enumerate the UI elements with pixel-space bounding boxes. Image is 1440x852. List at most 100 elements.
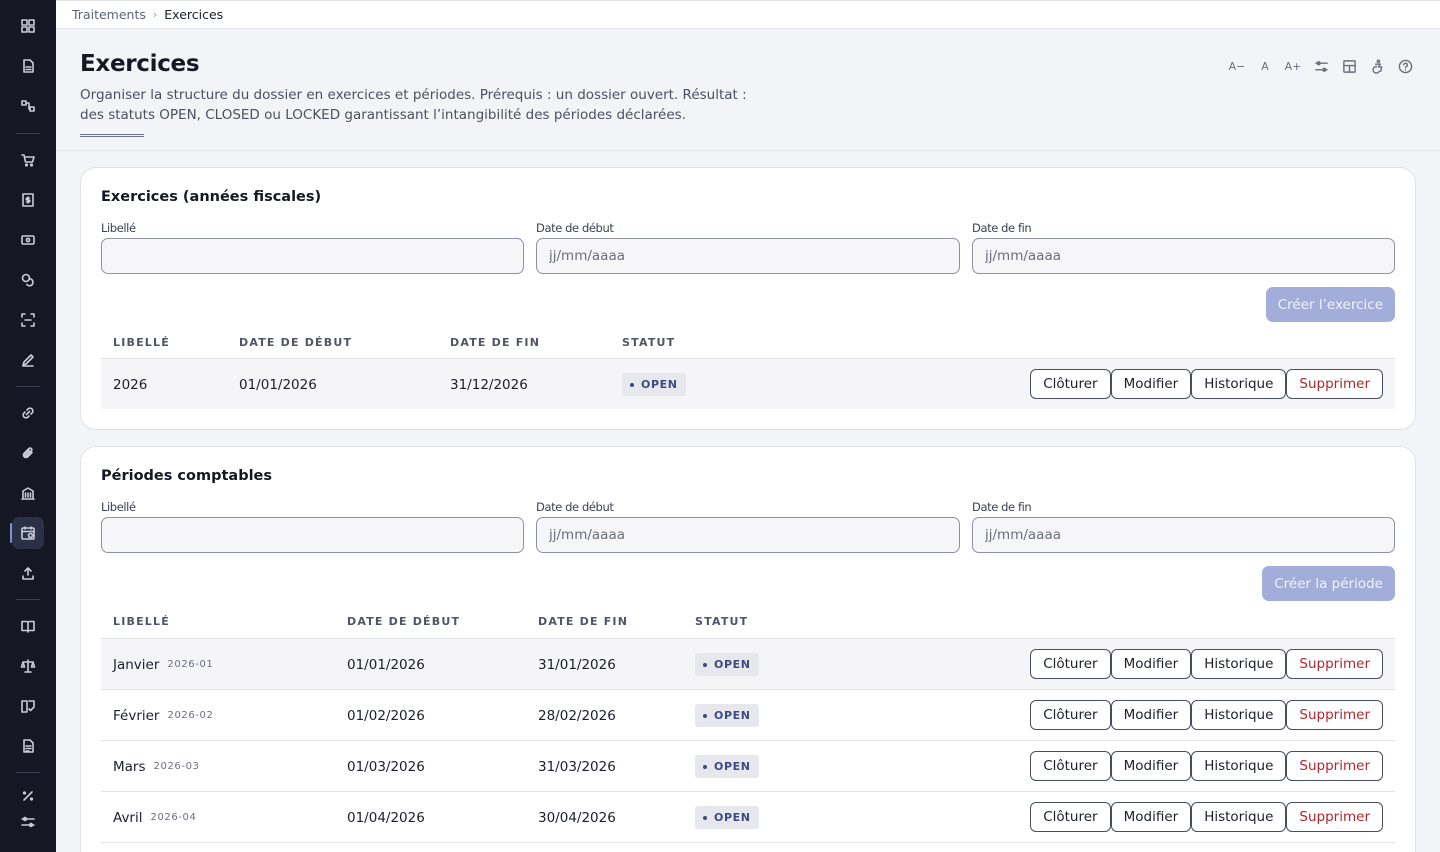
delete-button[interactable]: Supprimer bbox=[1286, 802, 1383, 832]
periode-fin-input[interactable] bbox=[972, 517, 1395, 553]
periode-libelle-label: Libellé bbox=[101, 500, 136, 514]
delete-button[interactable]: Supprimer bbox=[1286, 649, 1383, 679]
settings-sliders-icon[interactable] bbox=[12, 806, 44, 838]
ledger-icon[interactable] bbox=[12, 690, 44, 722]
row-date-debut: 01/01/2026 bbox=[239, 376, 317, 393]
breadcrumb: Traitements › Exercices bbox=[56, 0, 1440, 29]
status-badge: OPEN bbox=[622, 373, 686, 396]
history-button[interactable]: Historique bbox=[1191, 369, 1287, 399]
link-icon[interactable] bbox=[12, 397, 44, 429]
row-code: 2026-04 bbox=[150, 812, 197, 823]
close-button[interactable]: Clôturer bbox=[1030, 700, 1111, 730]
coins-icon[interactable] bbox=[12, 264, 44, 296]
edit-button[interactable]: Modifier bbox=[1110, 751, 1192, 781]
row-code: 2026-02 bbox=[167, 710, 214, 721]
breadcrumb-separator: › bbox=[152, 8, 158, 21]
layout-icon[interactable] bbox=[1338, 55, 1360, 77]
exercice-debut-input[interactable] bbox=[536, 238, 960, 274]
exercice-libelle-label: Libellé bbox=[101, 221, 136, 235]
edit-button[interactable]: Modifier bbox=[1110, 649, 1192, 679]
close-button[interactable]: Clôturer bbox=[1030, 751, 1111, 781]
table-row: Janvier 2026-01 01/01/2026 31/01/2026 OPE… bbox=[101, 638, 1395, 689]
breadcrumb-current: Exercices bbox=[164, 7, 224, 22]
status-dot bbox=[630, 382, 634, 387]
delete-button[interactable]: Supprimer bbox=[1286, 751, 1383, 781]
exercices-card-title: Exercices (années fiscales) bbox=[101, 189, 322, 205]
periode-debut-input[interactable] bbox=[536, 517, 960, 553]
settings-sliders-icon[interactable] bbox=[1310, 55, 1332, 77]
exercice-fin-input[interactable] bbox=[972, 238, 1395, 274]
status-text: OPEN bbox=[714, 658, 751, 671]
table-row: Avril 2026-04 01/04/2026 30/04/2026 OPEN … bbox=[101, 791, 1395, 842]
row-libelle-text: Janvier bbox=[113, 656, 160, 673]
edit-icon[interactable] bbox=[12, 344, 44, 376]
banknote-icon[interactable] bbox=[12, 224, 44, 256]
report-icon[interactable] bbox=[12, 730, 44, 762]
history-button[interactable]: Historique bbox=[1191, 802, 1287, 832]
create-periode-button[interactable]: Créer la période bbox=[1262, 566, 1395, 601]
invoice-icon[interactable] bbox=[12, 184, 44, 216]
sidebar-divider bbox=[16, 772, 40, 773]
row-libelle: 2026 bbox=[113, 376, 148, 393]
accessibility-icon[interactable] bbox=[1366, 55, 1388, 77]
close-button[interactable]: Clôturer bbox=[1030, 802, 1111, 832]
cart-icon[interactable] bbox=[12, 144, 44, 176]
status-text: OPEN bbox=[714, 811, 751, 824]
close-button[interactable]: Clôturer bbox=[1030, 369, 1111, 399]
row-libelle-text: Mars bbox=[113, 758, 146, 775]
header-toolbar: A− A A+ bbox=[1226, 55, 1416, 77]
row-date-fin: 31/01/2026 bbox=[538, 656, 616, 673]
history-button[interactable]: Historique bbox=[1191, 700, 1287, 730]
font-smaller-button[interactable]: A− bbox=[1226, 55, 1248, 77]
book-icon[interactable] bbox=[12, 610, 44, 642]
close-button[interactable]: Clôturer bbox=[1030, 649, 1111, 679]
status-text: OPEN bbox=[641, 378, 678, 391]
row-date-debut: 01/01/2026 bbox=[347, 656, 425, 673]
page-description: Organiser la structure du dossier en exe… bbox=[80, 87, 747, 123]
upload-icon[interactable] bbox=[12, 557, 44, 589]
sidebar-divider bbox=[16, 133, 40, 134]
flow-icon[interactable] bbox=[12, 90, 44, 122]
sidebar bbox=[0, 0, 56, 852]
exercice-fin-label: Date de fin bbox=[972, 221, 1032, 235]
edit-button[interactable]: Modifier bbox=[1110, 700, 1192, 730]
row-code: 2026-03 bbox=[153, 761, 200, 772]
row-date-fin: 31/12/2026 bbox=[450, 376, 528, 393]
breadcrumb-link-traitements[interactable]: Traitements bbox=[72, 7, 146, 22]
row-libelle: Janvier 2026-01 bbox=[113, 639, 213, 690]
font-normal-button[interactable]: A bbox=[1254, 55, 1276, 77]
status-text: OPEN bbox=[714, 709, 751, 722]
help-icon[interactable] bbox=[1394, 55, 1416, 77]
calendar-icon[interactable] bbox=[10, 517, 44, 549]
row-libelle-text: Avril bbox=[113, 809, 143, 826]
page-header: Exercices Organiser la structure du doss… bbox=[56, 29, 1440, 151]
edit-button[interactable]: Modifier bbox=[1110, 802, 1192, 832]
scale-icon[interactable] bbox=[12, 650, 44, 682]
document-icon[interactable] bbox=[12, 50, 44, 82]
row-date-fin: 28/02/2026 bbox=[538, 707, 616, 724]
table-row: Février 2026-02 01/02/2026 28/02/2026 OPE… bbox=[101, 689, 1395, 740]
column-header-libelle: LIBELLÉ bbox=[113, 336, 170, 349]
exercice-libelle-input[interactable] bbox=[101, 238, 524, 274]
column-header-statut: STATUT bbox=[695, 615, 749, 628]
row-libelle-text: Février bbox=[113, 707, 160, 724]
periode-debut-label: Date de début bbox=[536, 500, 614, 514]
scan-icon[interactable] bbox=[12, 304, 44, 336]
attachment-icon[interactable] bbox=[12, 437, 44, 469]
row-actions: Clôturer Modifier Historique Supprimer bbox=[1030, 700, 1383, 730]
exercice-debut-label: Date de début bbox=[536, 221, 614, 235]
create-exercice-button[interactable]: Créer l’exercice bbox=[1265, 287, 1395, 322]
edit-button[interactable]: Modifier bbox=[1110, 369, 1192, 399]
building-icon[interactable] bbox=[12, 477, 44, 509]
status-dot bbox=[703, 815, 707, 820]
font-larger-button[interactable]: A+ bbox=[1282, 55, 1304, 77]
row-date-debut: 01/03/2026 bbox=[347, 758, 425, 775]
history-button[interactable]: Historique bbox=[1191, 751, 1287, 781]
history-button[interactable]: Historique bbox=[1191, 649, 1287, 679]
row-actions: Clôturer Modifier Historique Supprimer bbox=[1030, 751, 1383, 781]
dashboard-icon[interactable] bbox=[12, 10, 44, 42]
delete-button[interactable]: Supprimer bbox=[1286, 700, 1383, 730]
delete-button[interactable]: Supprimer bbox=[1286, 369, 1383, 399]
periode-libelle-input[interactable] bbox=[101, 517, 524, 553]
periodes-card: Périodes comptables Libellé Date de débu… bbox=[80, 446, 1416, 852]
